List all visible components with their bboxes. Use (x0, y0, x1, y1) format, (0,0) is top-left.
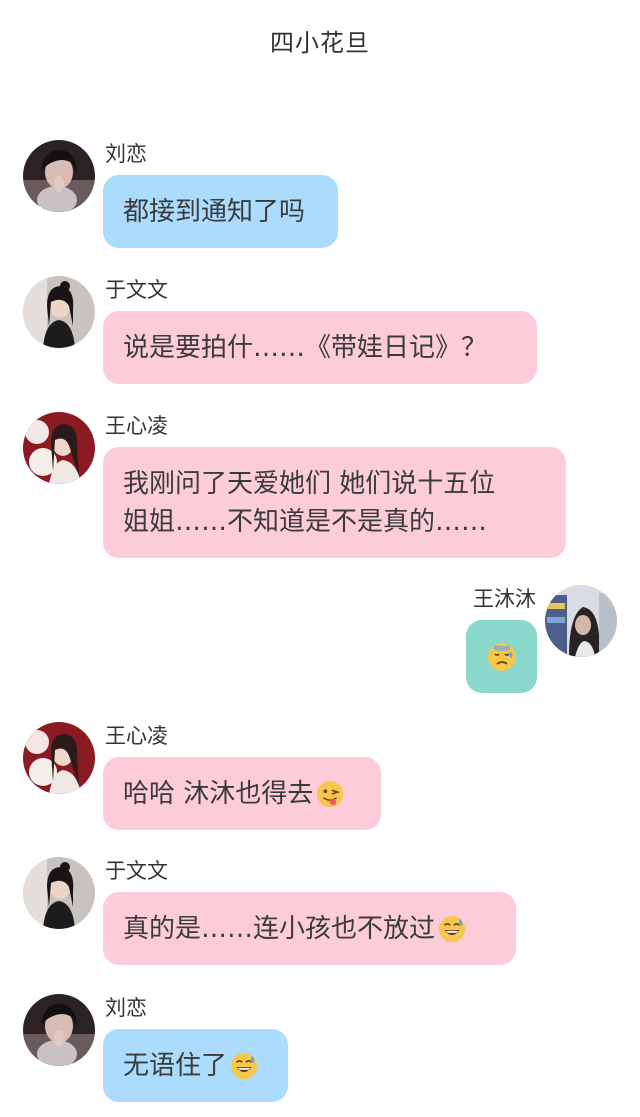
message-text: 真的是……连小孩也不放过 (123, 913, 436, 944)
message-text: 都接到通知了吗 (123, 196, 306, 227)
message-text: 哈哈 沐沐也得去 (123, 778, 314, 809)
message-bubble[interactable]: 都接到通知了吗 (103, 175, 338, 248)
message-text: 无语住了 (123, 1050, 228, 1081)
message-bubble[interactable]: 真的是……连小孩也不放过 (103, 892, 516, 965)
grinning-sweat-emoji (230, 1052, 258, 1079)
sender-name: 于文文 (105, 278, 168, 302)
message-bubble[interactable] (466, 620, 537, 693)
chat-title: 四小花旦 (270, 28, 370, 57)
sender-name: 王心凌 (105, 724, 168, 748)
avatar-liulian[interactable] (23, 140, 95, 212)
message-bubble[interactable]: 哈哈 沐沐也得去 (103, 757, 381, 830)
downcast-sweat-emoji (487, 642, 516, 671)
message-text: 说是要拍什……《带娃日记》？ (123, 332, 488, 363)
sender-name: 刘恋 (105, 996, 147, 1020)
message-bubble[interactable]: 我刚问了天爱她们 她们说十五位 姐姐……不知道是不是真的…… (103, 447, 566, 558)
sender-name: 王心凌 (105, 414, 168, 438)
avatar-yuwenwen[interactable] (23, 276, 95, 348)
sender-name: 于文文 (105, 859, 168, 883)
message-bubble[interactable]: 无语住了 (103, 1029, 288, 1102)
message-bubble[interactable]: 说是要拍什……《带娃日记》？ (103, 311, 537, 384)
avatar-wangmumu[interactable] (545, 585, 617, 657)
avatar-wangxinling[interactable] (23, 722, 95, 794)
message-text: 我刚问了天爱她们 她们说十五位 姐姐……不知道是不是真的…… (123, 468, 496, 537)
chat-header: 四小花旦 (0, 0, 640, 80)
sender-name: 刘恋 (105, 142, 147, 166)
avatar-yuwenwen[interactable] (23, 857, 95, 929)
sender-name: 王沐沐 (473, 587, 536, 611)
grinning-sweat-emoji (438, 915, 466, 942)
winking-tongue-emoji (317, 780, 344, 807)
avatar-liulian[interactable] (23, 994, 95, 1066)
avatar-wangxinling[interactable] (23, 412, 95, 484)
